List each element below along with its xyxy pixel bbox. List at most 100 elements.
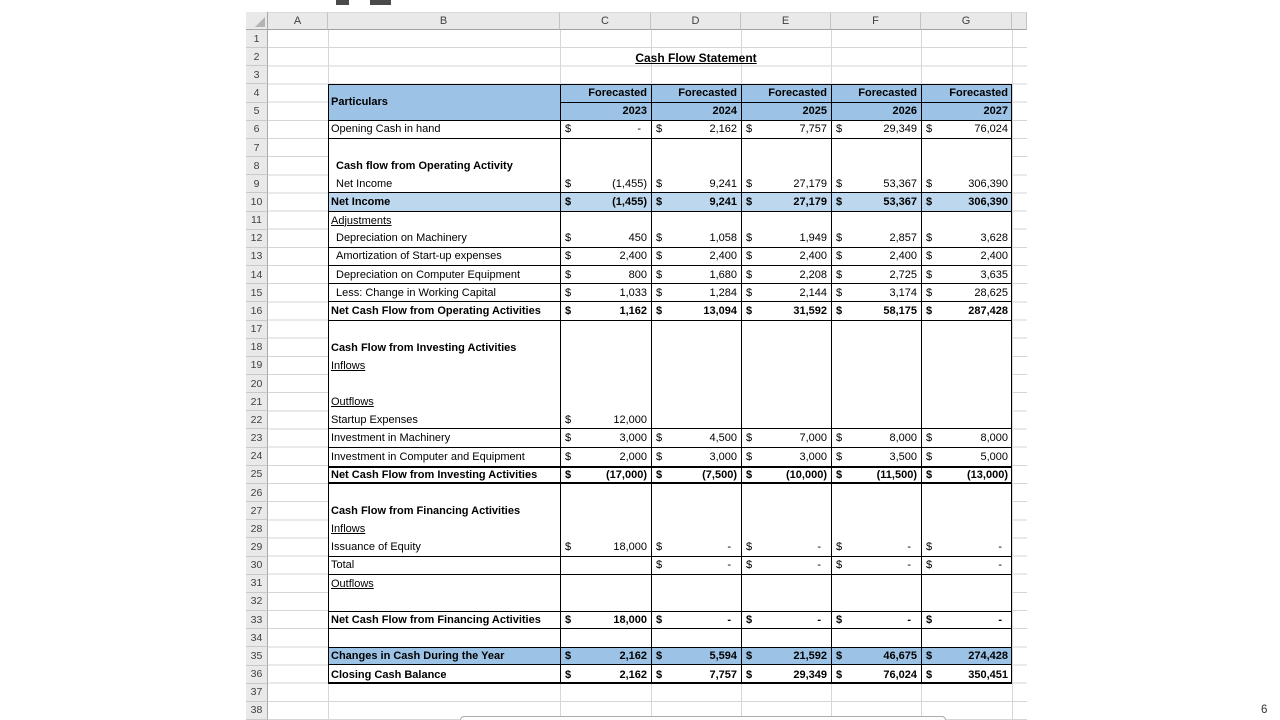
cell-F18[interactable]	[831, 339, 921, 357]
header-cell-forecasted[interactable]: Forecasted	[561, 84, 651, 102]
cell-B22[interactable]: Startup Expenses	[328, 411, 560, 428]
cell-F22[interactable]	[831, 411, 921, 428]
row-header-21[interactable]: 21	[246, 393, 268, 411]
cell-D25[interactable]: $(7,500)	[651, 468, 741, 482]
column-header-partial[interactable]	[1012, 12, 1027, 30]
cell-G29[interactable]: $-	[921, 538, 1012, 555]
cell-B35[interactable]: Changes in Cash During the Year	[328, 648, 560, 664]
cell-E11[interactable]	[741, 212, 831, 230]
cell-D28[interactable]	[651, 520, 741, 538]
cell-C22[interactable]: $12,000	[560, 411, 651, 428]
row-header-3[interactable]: 3	[246, 66, 268, 84]
cell-C8[interactable]	[560, 157, 651, 175]
cell-C7[interactable]	[560, 139, 651, 157]
cell-D29[interactable]: $-	[651, 538, 741, 555]
row-header-33[interactable]: 33	[246, 611, 268, 629]
cell-E20[interactable]	[741, 375, 831, 393]
column-header-D[interactable]: D	[651, 12, 741, 30]
cell-C28[interactable]	[560, 520, 651, 538]
cell-E24[interactable]: $3,000	[741, 448, 831, 466]
cell-G8[interactable]	[921, 157, 1012, 175]
cell-G11[interactable]	[921, 212, 1012, 230]
cell-B27[interactable]: Cash Flow from Financing Activities	[328, 502, 560, 520]
column-header-F[interactable]: F	[831, 12, 921, 30]
cell-D27[interactable]	[651, 502, 741, 520]
row-header-17[interactable]: 17	[246, 321, 268, 339]
cell-G21[interactable]	[921, 393, 1012, 411]
header-cell-year[interactable]: 2024	[652, 103, 741, 120]
cell-E27[interactable]	[741, 502, 831, 520]
cell-C6[interactable]: $-	[560, 121, 651, 138]
cell-B32[interactable]	[328, 593, 560, 611]
cell-G19[interactable]	[921, 357, 1012, 375]
cell-B15[interactable]: Less: Change in Working Capital	[328, 284, 560, 301]
cell-F19[interactable]	[831, 357, 921, 375]
row-header-8[interactable]: 8	[246, 157, 268, 175]
cell-F14[interactable]: $2,725	[831, 266, 921, 283]
cell-F32[interactable]	[831, 593, 921, 611]
header-cell-year[interactable]: 2026	[832, 103, 921, 120]
row-header-28[interactable]: 28	[246, 520, 268, 538]
cell-C11[interactable]	[560, 212, 651, 230]
cell-F30[interactable]: $-	[831, 557, 921, 574]
header-cell-year[interactable]: 2023	[561, 103, 651, 120]
cell-B30[interactable]: Total	[328, 557, 560, 574]
cell-F8[interactable]	[831, 157, 921, 175]
cell-E12[interactable]: $1,949	[741, 230, 831, 247]
cell-G35[interactable]: $274,428	[921, 648, 1012, 664]
cell-D12[interactable]: $1,058	[651, 230, 741, 247]
cell-F10[interactable]: $53,367	[831, 193, 921, 210]
cell-B29[interactable]: Issuance of Equity	[328, 538, 560, 555]
cell-G23[interactable]: $8,000	[921, 429, 1012, 446]
cell-E31[interactable]	[741, 575, 831, 593]
cell-E26[interactable]	[741, 484, 831, 502]
cell-F20[interactable]	[831, 375, 921, 393]
cell-D8[interactable]	[651, 157, 741, 175]
cell-C31[interactable]	[560, 575, 651, 593]
header-cell-forecasted[interactable]: Forecasted	[652, 84, 741, 102]
header-cell-forecasted[interactable]: Forecasted	[832, 84, 921, 102]
cell-D33[interactable]: $-	[651, 612, 741, 628]
cell-D15[interactable]: $1,284	[651, 284, 741, 301]
row-header-1[interactable]: 1	[246, 30, 268, 48]
cell-E13[interactable]: $2,400	[741, 248, 831, 265]
cell-E35[interactable]: $21,592	[741, 648, 831, 664]
cell-D32[interactable]	[651, 593, 741, 611]
cell-F13[interactable]: $2,400	[831, 248, 921, 265]
cell-D30[interactable]: $-	[651, 557, 741, 574]
cell-G25[interactable]: $(13,000)	[921, 468, 1012, 482]
cell-G22[interactable]	[921, 411, 1012, 428]
cell-D23[interactable]: $4,500	[651, 429, 741, 446]
row-header-19[interactable]: 19	[246, 357, 268, 375]
cell-C14[interactable]: $800	[560, 266, 651, 283]
cell-B20[interactable]	[328, 375, 560, 393]
row-header-15[interactable]: 15	[246, 284, 268, 302]
row-header-12[interactable]: 12	[246, 230, 268, 248]
cell-F9[interactable]: $53,367	[831, 175, 921, 192]
cell-B6[interactable]: Opening Cash in hand	[328, 121, 560, 138]
row-header-30[interactable]: 30	[246, 557, 268, 575]
cell-F26[interactable]	[831, 484, 921, 502]
cell-D22[interactable]	[651, 411, 741, 428]
cell-G14[interactable]: $3,635	[921, 266, 1012, 283]
cell-F15[interactable]: $3,174	[831, 284, 921, 301]
cell-B21[interactable]: Outflows	[328, 393, 560, 411]
cell-B34[interactable]	[328, 629, 560, 647]
cell-G26[interactable]	[921, 484, 1012, 502]
row-header-35[interactable]: 35	[246, 647, 268, 665]
cell-E9[interactable]: $27,179	[741, 175, 831, 192]
cell-D34[interactable]	[651, 629, 741, 647]
cell-E22[interactable]	[741, 411, 831, 428]
cell-B33[interactable]: Net Cash Flow from Financing Activities	[328, 612, 560, 628]
cell-B12[interactable]: Depreciation on Machinery	[328, 230, 560, 247]
row-header-4[interactable]: 4	[246, 84, 268, 102]
column-header-B[interactable]: B	[328, 12, 560, 30]
cell-C9[interactable]: $(1,455)	[560, 175, 651, 192]
cell-F28[interactable]	[831, 520, 921, 538]
cell-B9[interactable]: Net Income	[328, 175, 560, 192]
cell-D16[interactable]: $13,094	[651, 302, 741, 319]
row-header-37[interactable]: 37	[246, 684, 268, 702]
row-header-7[interactable]: 7	[246, 139, 268, 157]
cell-E36[interactable]: $29,349	[741, 665, 831, 683]
cell-F35[interactable]: $46,675	[831, 648, 921, 664]
